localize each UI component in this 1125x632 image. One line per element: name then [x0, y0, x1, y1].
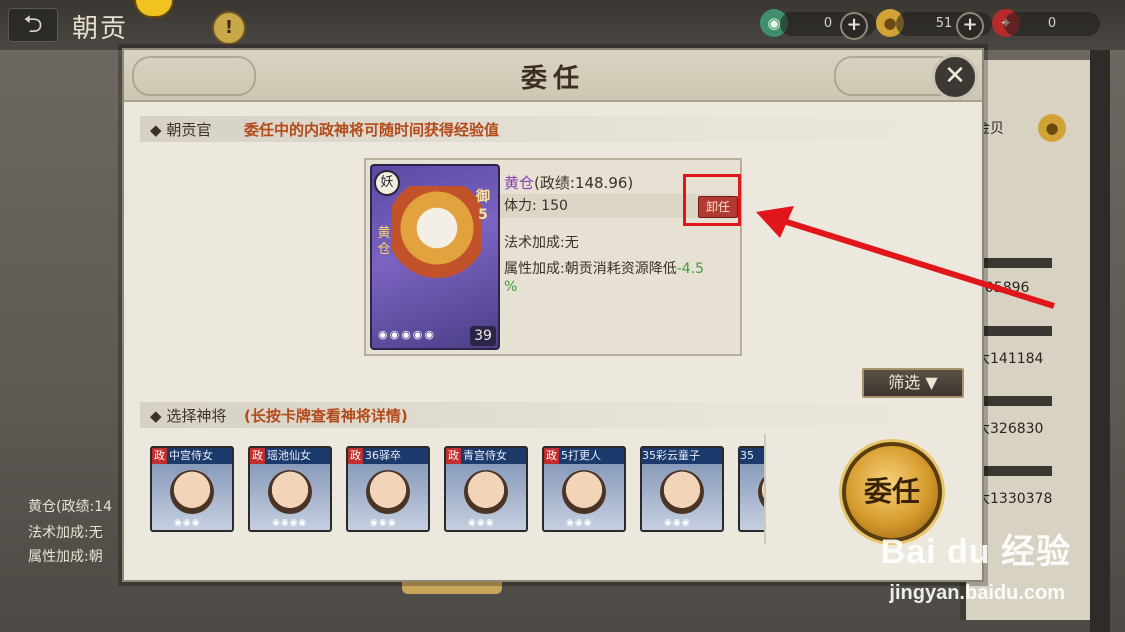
- section-label: ◆ 朝贡官: [150, 121, 212, 139]
- section-label: ◆ 选择神将: [150, 407, 227, 425]
- general-name: 青宫侍女: [463, 449, 507, 462]
- attr-bonus-value: -4.5: [676, 261, 705, 277]
- stamina-label: 体力:: [504, 198, 537, 214]
- bg-attr-bonus: 属性加成:朝: [28, 549, 103, 565]
- attr-bonus-unit: %: [504, 279, 518, 295]
- page-title: 朝贡: [72, 14, 129, 44]
- officer-section-label: 朝贡官: [166, 121, 212, 139]
- star-rank-icon: ◉◉◉: [468, 518, 495, 528]
- dialog-title: 委任: [520, 64, 585, 94]
- stamina-value: 150: [541, 198, 568, 214]
- star-rank-icon: ◉◉◉◉: [272, 518, 308, 528]
- close-icon: ✕: [944, 61, 966, 91]
- bg-officer-info: 黄仓(政绩:14: [28, 496, 112, 516]
- general-card-header: 35彩云童子: [642, 448, 722, 464]
- general-card-list[interactable]: 政中宫侍女 ◉◉◉ 政瑶池仙女 ◉◉◉◉ 政 36驿卒 ◉◉◉ 政青宫侍女 ◉◉◉…: [148, 446, 766, 534]
- general-portrait: [562, 470, 606, 514]
- bg-officer-name: 黄仓: [28, 499, 56, 515]
- star-rank-icon: ◉◉◉: [370, 518, 397, 528]
- info-icon[interactable]: !: [212, 11, 246, 45]
- select-section-hint: (长按卡牌查看神将详情): [244, 407, 408, 425]
- general-faction: 政: [348, 448, 363, 464]
- general-faction: 政: [446, 448, 461, 464]
- phoenix-portrait: [392, 186, 482, 306]
- general-name: 35: [740, 449, 754, 462]
- general-card[interactable]: 政中宫侍女 ◉◉◉: [150, 446, 234, 532]
- select-section-header: ◆ 选择神将 (长按卡牌查看神将详情): [140, 402, 962, 428]
- card-side-tag-num: 5: [478, 207, 488, 223]
- general-card[interactable]: 政 36驿卒 ◉◉◉: [346, 446, 430, 532]
- officer-score: (政绩:148.96): [534, 174, 634, 192]
- general-faction: 政: [544, 448, 559, 464]
- bg-officer-score: (政绩:14: [56, 499, 112, 515]
- general-card[interactable]: 35彩云童子 ◉◉◉: [640, 446, 724, 532]
- list-divider: [764, 434, 766, 544]
- highlight-box: [683, 174, 741, 226]
- general-faction: 政: [250, 448, 265, 464]
- spell-bonus: 法术加成:无: [504, 235, 579, 251]
- general-name: 5打更人: [561, 449, 601, 462]
- general-name: 瑶池仙女: [267, 449, 311, 462]
- watermark-url: jingyan.baidu.com: [889, 582, 1065, 604]
- general-portrait: [464, 470, 508, 514]
- faction-badge: 妖: [374, 170, 400, 196]
- bg-row-value: 大326830: [976, 421, 1044, 437]
- general-name: 35彩云童子: [642, 449, 700, 462]
- star-rank-icon: ◉◉◉: [664, 518, 691, 528]
- star-rank-icon: ◉◉◉: [566, 518, 593, 528]
- general-card-header: 35: [740, 448, 766, 464]
- close-button[interactable]: ✕: [932, 54, 978, 100]
- bg-row-bar: [976, 396, 1052, 406]
- background-pole: [1090, 50, 1110, 632]
- back-arrow-icon: ⮌: [23, 10, 43, 38]
- general-card[interactable]: 35: [738, 446, 766, 532]
- card-star-row-icon: ◉◉◉◉◉: [378, 328, 436, 341]
- bg-row-bar: [976, 326, 1052, 336]
- filter-button[interactable]: 筛选 ▼: [862, 368, 964, 398]
- pointer-arrow-icon: [756, 206, 1055, 309]
- general-portrait: [660, 470, 704, 514]
- attr-bonus: 属性加成:朝贡消耗资源降低-4.5%: [504, 260, 736, 296]
- general-portrait: [268, 470, 312, 514]
- general-card-header: 政 5打更人: [544, 448, 624, 464]
- general-card-header: 政青宫侍女: [446, 448, 526, 464]
- add-gold-button[interactable]: +: [956, 12, 984, 40]
- bg-spell-bonus: 法术加成:无: [28, 525, 103, 541]
- add-jade-button[interactable]: +: [840, 12, 868, 40]
- attr-bonus-label: 属性加成:朝贡消耗资源降低: [504, 261, 677, 277]
- general-name: 36驿卒: [365, 449, 401, 462]
- officer-section-hint: 委任中的内政神将可随时间获得经验值: [244, 121, 500, 139]
- officer-hero-card[interactable]: 妖 黄仓 御5 ◉◉◉◉◉ 39: [370, 164, 500, 350]
- general-card-header: 政 36驿卒: [348, 448, 428, 464]
- bg-row-value: 大1330378: [976, 491, 1053, 507]
- gold-coin-icon: ●: [1038, 114, 1066, 142]
- star-rank-icon: ◉◉◉: [174, 518, 201, 528]
- card-side-tag: 御5: [474, 188, 492, 224]
- general-card-header: 政中宫侍女: [152, 448, 232, 464]
- general-card[interactable]: 政 5打更人 ◉◉◉: [542, 446, 626, 532]
- bg-row-bar: [976, 466, 1052, 476]
- card-vertical-name: 黄仓: [377, 226, 391, 257]
- red-token-count: 0: [1004, 12, 1100, 36]
- watermark-logo: Bai du 经验: [880, 533, 1071, 571]
- general-portrait: [170, 470, 214, 514]
- officer-name-row: 黄仓(政绩:148.96): [504, 172, 633, 193]
- general-faction: 政: [152, 448, 167, 464]
- general-card[interactable]: 政瑶池仙女 ◉◉◉◉: [248, 446, 332, 532]
- dialog-header: 委任 ✕: [124, 50, 982, 102]
- general-name: 中宫侍女: [169, 449, 213, 462]
- card-side-tag-text: 御: [476, 189, 490, 205]
- select-section-label: 选择神将: [166, 407, 227, 425]
- officer-name: 黄仓: [504, 174, 535, 192]
- general-portrait: [366, 470, 410, 514]
- card-level: 39: [470, 326, 496, 346]
- officer-section-header: ◆ 朝贡官 委任中的内政神将可随时间获得经验值: [140, 116, 962, 142]
- bg-row-value: 大141184: [976, 351, 1044, 367]
- general-card-header: 政瑶池仙女: [250, 448, 330, 464]
- general-card[interactable]: 政青宫侍女 ◉◉◉: [444, 446, 528, 532]
- back-button[interactable]: ⮌: [8, 8, 58, 42]
